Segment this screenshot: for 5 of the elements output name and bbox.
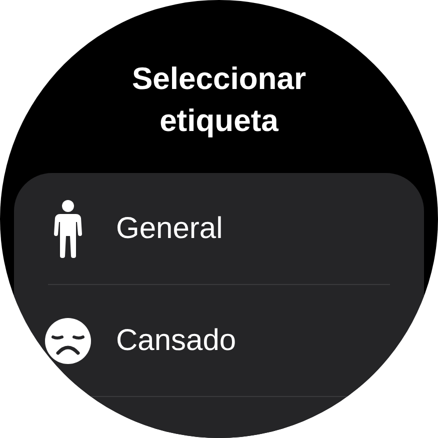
list-item-label[interactable]: Cansado [116, 318, 236, 363]
list-item-label[interactable]: General [116, 206, 223, 251]
sad-face-icon [45, 318, 91, 364]
screen-title: Seleccionar etiqueta [130, 60, 308, 140]
person-icon [54, 200, 82, 258]
